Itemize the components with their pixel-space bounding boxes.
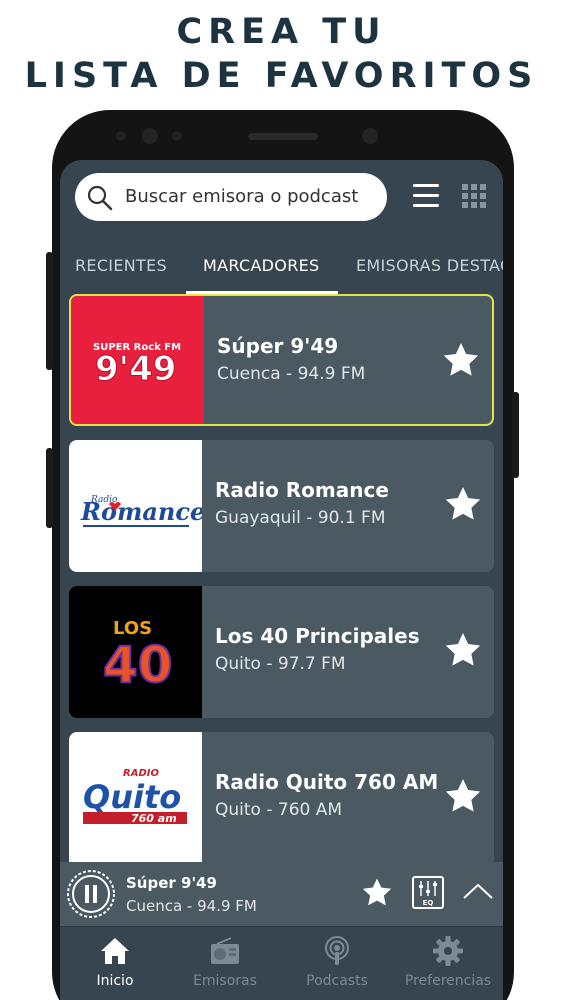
star-icon[interactable]: [440, 340, 482, 380]
list-view-icon[interactable]: [413, 184, 439, 208]
nav-podcasts[interactable]: Podcasts: [282, 935, 392, 989]
station-card[interactable]: Radio Romance Radio Romance Guayaquil - …: [69, 440, 494, 572]
radio-icon: [211, 937, 239, 964]
station-card[interactable]: RADIO Quito 760 am Radio Quito 760 AM Qu…: [69, 732, 494, 872]
iris-sensor: [172, 131, 182, 141]
star-icon[interactable]: [442, 630, 484, 670]
radio-romance-logo: Radio Romance: [69, 440, 205, 572]
star-icon[interactable]: [360, 876, 394, 909]
proximity-sensor: [142, 128, 158, 144]
svg-text:Romance: Romance: [80, 497, 202, 526]
tab-marcadores[interactable]: MARCADORES: [203, 256, 319, 275]
podcast-icon: [325, 936, 349, 965]
station-name: Súper 9'49: [217, 334, 339, 358]
nav-label: Emisoras: [193, 973, 257, 989]
bixby-button: [46, 448, 53, 528]
nav-emisoras[interactable]: Emisoras: [170, 935, 280, 989]
los40-logo: LOS 40: [69, 586, 202, 718]
nav-label: Preferencias: [404, 973, 492, 989]
pause-icon[interactable]: [65, 868, 117, 920]
light-sensor: [116, 131, 126, 141]
station-location: Guayaquil - 90.1 FM: [215, 508, 386, 528]
nav-inicio[interactable]: Inicio: [60, 935, 170, 989]
gear-icon: [433, 936, 463, 966]
tab-recientes[interactable]: RECIENTES: [75, 256, 167, 275]
chevron-up-icon[interactable]: [462, 882, 494, 900]
svg-text:EQ: EQ: [423, 899, 434, 907]
station-name: Radio Quito 760 AM: [215, 770, 439, 794]
svg-text:9'49: 9'49: [95, 349, 176, 389]
super-949-logo: SUPER Rock FM 9'49: [71, 296, 204, 424]
nav-preferencias[interactable]: Preferencias: [393, 935, 503, 989]
player-subtitle: Cuenca - 94.9 FM: [126, 897, 257, 915]
grid-view-icon[interactable]: [462, 184, 486, 208]
search-icon: [87, 185, 113, 211]
player-title: Súper 9'49: [126, 874, 217, 892]
station-location: Cuenca - 94.9 FM: [217, 364, 366, 384]
tab-emisoras-destacadas[interactable]: EMISORAS DESTACADAS: [356, 256, 503, 275]
app-screen: Buscar emisora o podcast RECIENTES MARCA…: [60, 160, 503, 1000]
search-placeholder: Buscar emisora o podcast: [125, 186, 359, 207]
equalizer-icon[interactable]: EQ: [412, 876, 444, 909]
promo-headline-line2: LISTA DE FAVORITOS: [24, 56, 539, 96]
front-camera: [362, 128, 378, 144]
star-icon[interactable]: [442, 484, 484, 524]
tab-bar: RECIENTES MARCADORES EMISORAS DESTACADAS: [60, 246, 503, 294]
station-location: Quito - 97.7 FM: [215, 654, 346, 674]
station-location: Quito - 760 AM: [215, 800, 343, 820]
bottom-navigation: Inicio Emisoras Podcasts Preferencias: [60, 926, 503, 1000]
svg-text:40: 40: [103, 636, 173, 694]
star-icon[interactable]: [442, 776, 484, 816]
power-button: [512, 392, 519, 478]
nav-label: Inicio: [96, 973, 134, 989]
svg-text:Quito: Quito: [83, 778, 181, 816]
station-name: Los 40 Principales: [215, 624, 420, 648]
station-card[interactable]: SUPER Rock FM 9'49 Súper 9'49 Cuenca - 9…: [69, 294, 494, 426]
station-name: Radio Romance: [215, 478, 389, 502]
nav-label: Podcasts: [306, 973, 368, 989]
earpiece-speaker: [248, 133, 318, 140]
station-card[interactable]: LOS 40 Los 40 Principales Quito - 97.7 F…: [69, 586, 494, 718]
svg-text:760 am: 760 am: [131, 812, 177, 825]
home-icon: [101, 938, 129, 964]
radio-quito-logo: RADIO Quito 760 am: [69, 732, 202, 872]
mini-player[interactable]: Súper 9'49 Cuenca - 94.9 FM EQ: [60, 862, 503, 926]
volume-button: [46, 252, 53, 370]
promo-headline-line1: CREA TU: [176, 12, 387, 52]
search-bar[interactable]: Buscar emisora o podcast: [75, 173, 387, 221]
